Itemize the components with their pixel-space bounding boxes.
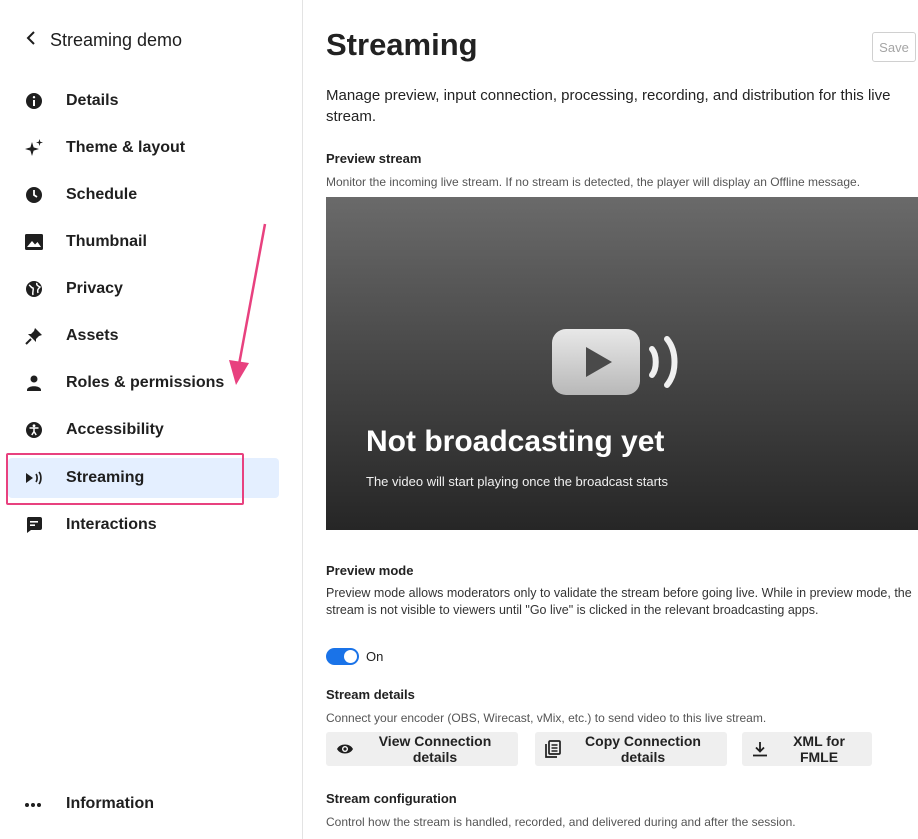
main-content: Streaming Save Manage preview, input con… [326,0,918,839]
globe-icon [24,279,44,299]
back-link-label: Streaming demo [50,30,183,50]
sidebar-item-schedule[interactable]: Schedule [8,175,279,215]
annotation-arrow [229,223,267,385]
sidebar-item-streaming[interactable]: Streaming [8,458,279,498]
sidebar-item-label: Accessibility [66,421,164,438]
sidebar-item-theme-layout[interactable]: Theme & layout [8,128,279,168]
preview-mode-toggle[interactable] [326,648,359,665]
sidebar-item-label: Schedule [66,186,138,203]
button-label: XML for FMLE [793,733,845,765]
sidebar-item-details[interactable]: Details [8,81,279,121]
sidebar-item-accessibility[interactable]: Accessibility [8,410,279,450]
chevron-left-icon [26,30,36,51]
toggle-knob [344,650,357,663]
preview-player[interactable]: Not broadcasting yet The video will star… [326,197,918,530]
image-icon [24,232,44,252]
sidebar-item-label: Information [66,795,154,812]
page-title: Streaming [326,27,478,62]
view-connection-details-button[interactable]: View Connection details [326,732,518,766]
sidebar-item-interactions[interactable]: Interactions [8,505,279,545]
player-status-subtitle: The video will start playing once the br… [366,474,669,489]
person-icon [24,373,44,393]
sidebar: Streaming demo Details Theme & layout Sc… [0,0,303,839]
accessibility-icon [24,420,44,440]
sidebar-item-label: Streaming [66,469,145,486]
sidebar-item-label: Thumbnail [66,233,147,250]
copy-icon [545,740,561,758]
button-label: Copy Connection details [585,733,701,765]
preview-mode-desc: Preview mode allows moderators only to v… [326,586,912,617]
save-button[interactable]: Save [872,32,916,62]
player-status-title: Not broadcasting yet [366,425,665,458]
download-icon [752,741,768,757]
xml-for-fmle-button[interactable]: XML for FMLE [742,732,872,766]
button-label: View Connection details [378,733,492,765]
copy-connection-details-button[interactable]: Copy Connection details [535,732,727,766]
stream-configuration-title: Stream configuration [326,791,457,806]
sidebar-item-label: Details [66,92,119,109]
broadcast-icon [24,468,44,488]
play-broadcast-icon [552,327,702,397]
back-link[interactable]: Streaming demo [26,30,182,51]
sidebar-item-label: Interactions [66,516,157,533]
eye-icon [336,743,354,755]
stream-configuration-desc: Control how the stream is handled, recor… [326,815,796,829]
stream-details-title: Stream details [326,687,415,702]
sidebar-item-label: Theme & layout [66,139,186,156]
chat-icon [24,515,44,535]
preview-mode-toggle-label: On [366,649,384,664]
preview-stream-title: Preview stream [326,151,422,166]
sidebar-item-label: Roles & permissions [66,374,225,391]
preview-stream-desc: Monitor the incoming live stream. If no … [326,175,861,189]
more-icon [24,792,42,813]
sidebar-item-label: Privacy [66,280,123,297]
info-circle-icon [24,91,44,111]
sidebar-item-label: Assets [66,327,119,344]
clock-icon [24,185,44,205]
pin-icon [24,326,44,346]
sidebar-item-information[interactable]: Information [8,784,279,824]
sparkle-icon [24,138,44,158]
stream-details-desc: Connect your encoder (OBS, Wirecast, vMi… [326,711,767,725]
page-intro: Manage preview, input connection, proces… [326,87,891,125]
preview-mode-title: Preview mode [326,563,414,578]
